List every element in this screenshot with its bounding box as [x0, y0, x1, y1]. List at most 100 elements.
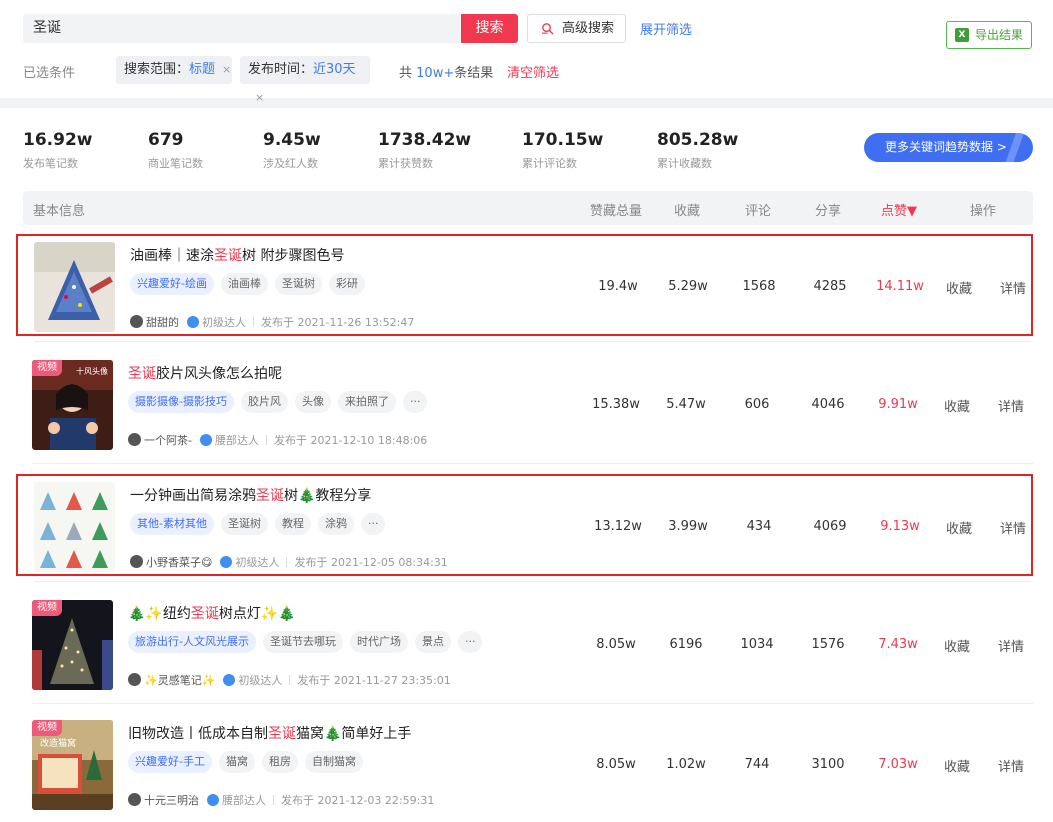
more-tags-button[interactable]: ··· [360, 513, 386, 535]
hashtag[interactable]: 涂鸦 [317, 513, 354, 535]
stat-value: 9.45w [263, 130, 321, 150]
author-level: 初级达人 [235, 556, 280, 569]
collect-button[interactable]: 收藏 [944, 756, 970, 775]
export-results-button[interactable]: X 导出结果 [946, 21, 1032, 49]
hashtag[interactable]: 来拍照了 [337, 391, 396, 413]
excel-icon: X [955, 28, 969, 42]
hashtag[interactable]: 油画棒 [220, 273, 268, 295]
header-likes-total[interactable]: 赞藏总量 [590, 200, 642, 219]
header-basic-info: 基本信息 [33, 204, 86, 219]
tag-list: 摄影摄像-摄影技巧 胶片风 头像 来拍照了 ··· [128, 391, 434, 415]
svg-text:改造猫窝: 改造猫窝 [40, 737, 76, 749]
detail-button[interactable]: 详情 [998, 396, 1024, 415]
note-title[interactable]: 旧物改造丨低成本自制圣诞猫窝🎄简单好上手 [128, 723, 411, 743]
selected-conditions-label: 已选条件 [23, 66, 76, 81]
filter-chip-time[interactable]: 发布时间：近30天 × [240, 56, 370, 104]
stat-value: 170.15w [522, 130, 604, 150]
hashtag[interactable]: 租房 [261, 751, 298, 773]
search-button[interactable]: 搜索 [461, 14, 518, 43]
comments-value: 606 [744, 397, 770, 412]
table-row: 一分钟画出简易涂鸦圣诞树🎄教程分享 其他-素材其他 圣诞树 教程 涂鸦 ··· 小野香菜… [16, 474, 1033, 582]
note-thumbnail[interactable]: 改造猫窝 视频 [32, 720, 113, 810]
note-title[interactable]: 一分钟画出简易涂鸦圣诞树🎄教程分享 [130, 485, 371, 505]
detail-button[interactable]: 详情 [1000, 518, 1026, 537]
author-name[interactable]: 十元三明治 [144, 794, 199, 807]
likes-value: 7.03w [878, 757, 918, 772]
more-tags-button[interactable]: ··· [457, 631, 483, 653]
likes-total-value: 15.38w [592, 397, 640, 412]
hashtag[interactable]: 胶片风 [240, 391, 288, 413]
note-thumbnail[interactable]: 十风头像 视频 [32, 360, 113, 450]
note-thumbnail[interactable] [34, 242, 115, 332]
hashtag[interactable]: 头像 [294, 391, 331, 413]
stat-value: 805.28w [657, 130, 739, 150]
comments-value: 1034 [740, 637, 774, 652]
collect-button[interactable]: 收藏 [944, 636, 970, 655]
note-title[interactable]: 🎄✨纽约圣诞树点灯✨🎄 [128, 603, 296, 623]
collect-button[interactable]: 收藏 [946, 518, 972, 537]
header-likes-sorted[interactable]: 点赞▼ [881, 200, 917, 219]
filter-chip-scope[interactable]: 搜索范围：标题 × [116, 56, 232, 84]
header-comments[interactable]: 评论 [745, 200, 771, 219]
hashtag[interactable]: 自制猫窝 [304, 751, 363, 773]
header-favorites[interactable]: 收藏 [674, 200, 700, 219]
note-meta: 小野香菜子😋 初级达人 发布于 2021-12-05 08:34:31 [130, 554, 448, 570]
header-actions: 操作 [970, 204, 997, 219]
hashtag[interactable]: 圣诞节去哪玩 [262, 631, 343, 653]
row-divider [32, 703, 1033, 704]
favorites-value: 1.02w [666, 757, 706, 772]
collect-button[interactable]: 收藏 [944, 396, 970, 415]
hashtag[interactable]: 景点 [414, 631, 451, 653]
expand-filters-link[interactable]: 展开筛选 [640, 19, 692, 38]
close-icon[interactable]: × [222, 63, 231, 76]
title-text: 旧物改造丨低成本自制 [128, 726, 268, 742]
svg-text:十风头像: 十风头像 [76, 366, 108, 376]
note-thumbnail[interactable] [34, 482, 115, 572]
close-icon[interactable]: × [255, 91, 264, 104]
result-count-prefix: 共 [399, 66, 413, 81]
title-keyword: 圣诞 [190, 606, 219, 622]
tag-list: 旅游出行-人文风光展示 圣诞节去哪玩 时代广场 景点 ··· [128, 631, 489, 655]
note-thumbnail[interactable]: 视频 [32, 600, 113, 690]
detail-button[interactable]: 详情 [998, 636, 1024, 655]
hashtag[interactable]: 圣诞树 [220, 513, 268, 535]
category-tag[interactable]: 兴趣爱好-绘画 [130, 273, 214, 295]
author-name[interactable]: 甜甜的 [146, 316, 179, 329]
category-tag[interactable]: 其他-素材其他 [130, 513, 214, 535]
title-text: 油画棒｜速涂 [130, 248, 214, 264]
video-badge: 视频 [32, 600, 62, 616]
results-panel: 16.92w 发布笔记数 679 商业笔记数 9.45w 涉及红人数 1738.42w… [0, 108, 1053, 822]
detail-button[interactable]: 详情 [998, 756, 1024, 775]
author-name[interactable]: 小野香菜子😋 [146, 556, 212, 569]
keyword-trend-button[interactable]: 更多关键词趋势数据 > [864, 133, 1033, 162]
hashtag[interactable]: 猫窝 [218, 751, 255, 773]
row-divider [34, 581, 1031, 582]
note-title[interactable]: 圣诞胶片风头像怎么拍呢 [128, 363, 282, 383]
avatar [130, 315, 143, 328]
note-meta: 一个阿茶- 腰部达人 发布于 2021-12-10 18:48:06 [128, 432, 427, 448]
category-tag[interactable]: 旅游出行-人文风光展示 [128, 631, 256, 653]
note-title[interactable]: 油画棒｜速涂圣诞树 附步骤图色号 [130, 245, 344, 265]
detail-button[interactable]: 详情 [1000, 278, 1026, 297]
tag-list: 兴趣爱好-绘画 油画棒 圣诞树 彩研 [130, 273, 372, 297]
advanced-search-button[interactable]: 高级搜索 [527, 14, 626, 43]
title-keyword: 圣诞 [214, 248, 242, 264]
likes-total-value: 8.05w [596, 637, 636, 652]
hashtag[interactable]: 时代广场 [349, 631, 408, 653]
more-tags-button[interactable]: ··· [402, 391, 428, 413]
hashtag[interactable]: 圣诞树 [274, 273, 322, 295]
search-input[interactable]: 圣诞 [23, 14, 461, 43]
hashtag[interactable]: 彩研 [328, 273, 365, 295]
clear-filters-link[interactable]: 清空筛选 [507, 62, 559, 81]
author-level: 腰部达人 [214, 434, 259, 447]
author-name[interactable]: 一个阿茶- [144, 434, 192, 447]
category-tag[interactable]: 摄影摄像-摄影技巧 [128, 391, 234, 413]
category-tag[interactable]: 兴趣爱好-手工 [128, 751, 212, 773]
stat-label: 涉及红人数 [263, 157, 318, 170]
header-shares[interactable]: 分享 [815, 200, 841, 219]
shares-value: 4285 [813, 279, 847, 294]
collect-button[interactable]: 收藏 [946, 278, 972, 297]
comments-value: 744 [744, 757, 770, 772]
author-name[interactable]: ✨灵感笔记✨ [144, 674, 215, 687]
hashtag[interactable]: 教程 [274, 513, 311, 535]
